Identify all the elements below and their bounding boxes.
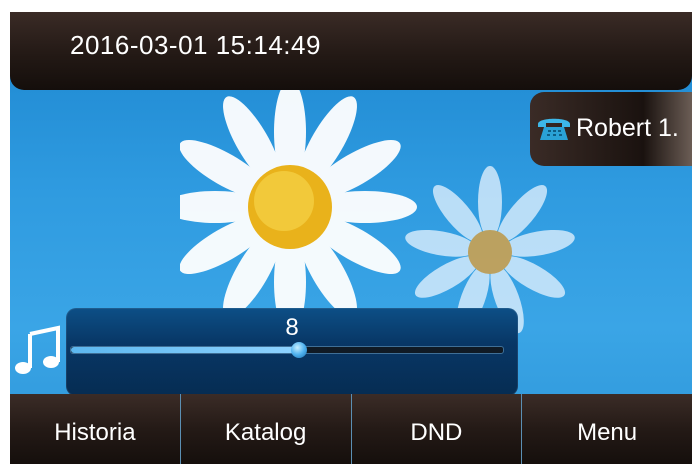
volume-value: 8 bbox=[285, 314, 299, 341]
volume-slider-track[interactable] bbox=[70, 346, 504, 354]
music-note-icon bbox=[15, 325, 60, 374]
account-indicator[interactable]: Robert 1. bbox=[530, 92, 692, 166]
volume-popup: 8 bbox=[66, 308, 518, 396]
phone-screen: 2016-03-01 15:14:49 Robert 1. 8 Historia… bbox=[10, 12, 692, 464]
phone-icon bbox=[538, 118, 570, 140]
softkey-katalog[interactable]: Katalog bbox=[179, 394, 351, 464]
softkey-historia[interactable]: Historia bbox=[10, 394, 180, 464]
softkey-bar: Historia Katalog DND Menu bbox=[10, 394, 692, 464]
account-label: Robert 1. bbox=[576, 114, 679, 142]
status-bar: 2016-03-01 15:14:49 bbox=[10, 12, 692, 90]
datetime-label: 2016-03-01 15:14:49 bbox=[70, 30, 321, 60]
softkey-dnd[interactable]: DND bbox=[350, 394, 522, 464]
volume-slider-fill bbox=[71, 347, 300, 353]
softkey-menu[interactable]: Menu bbox=[521, 394, 692, 464]
volume-slider-thumb[interactable] bbox=[290, 342, 307, 358]
